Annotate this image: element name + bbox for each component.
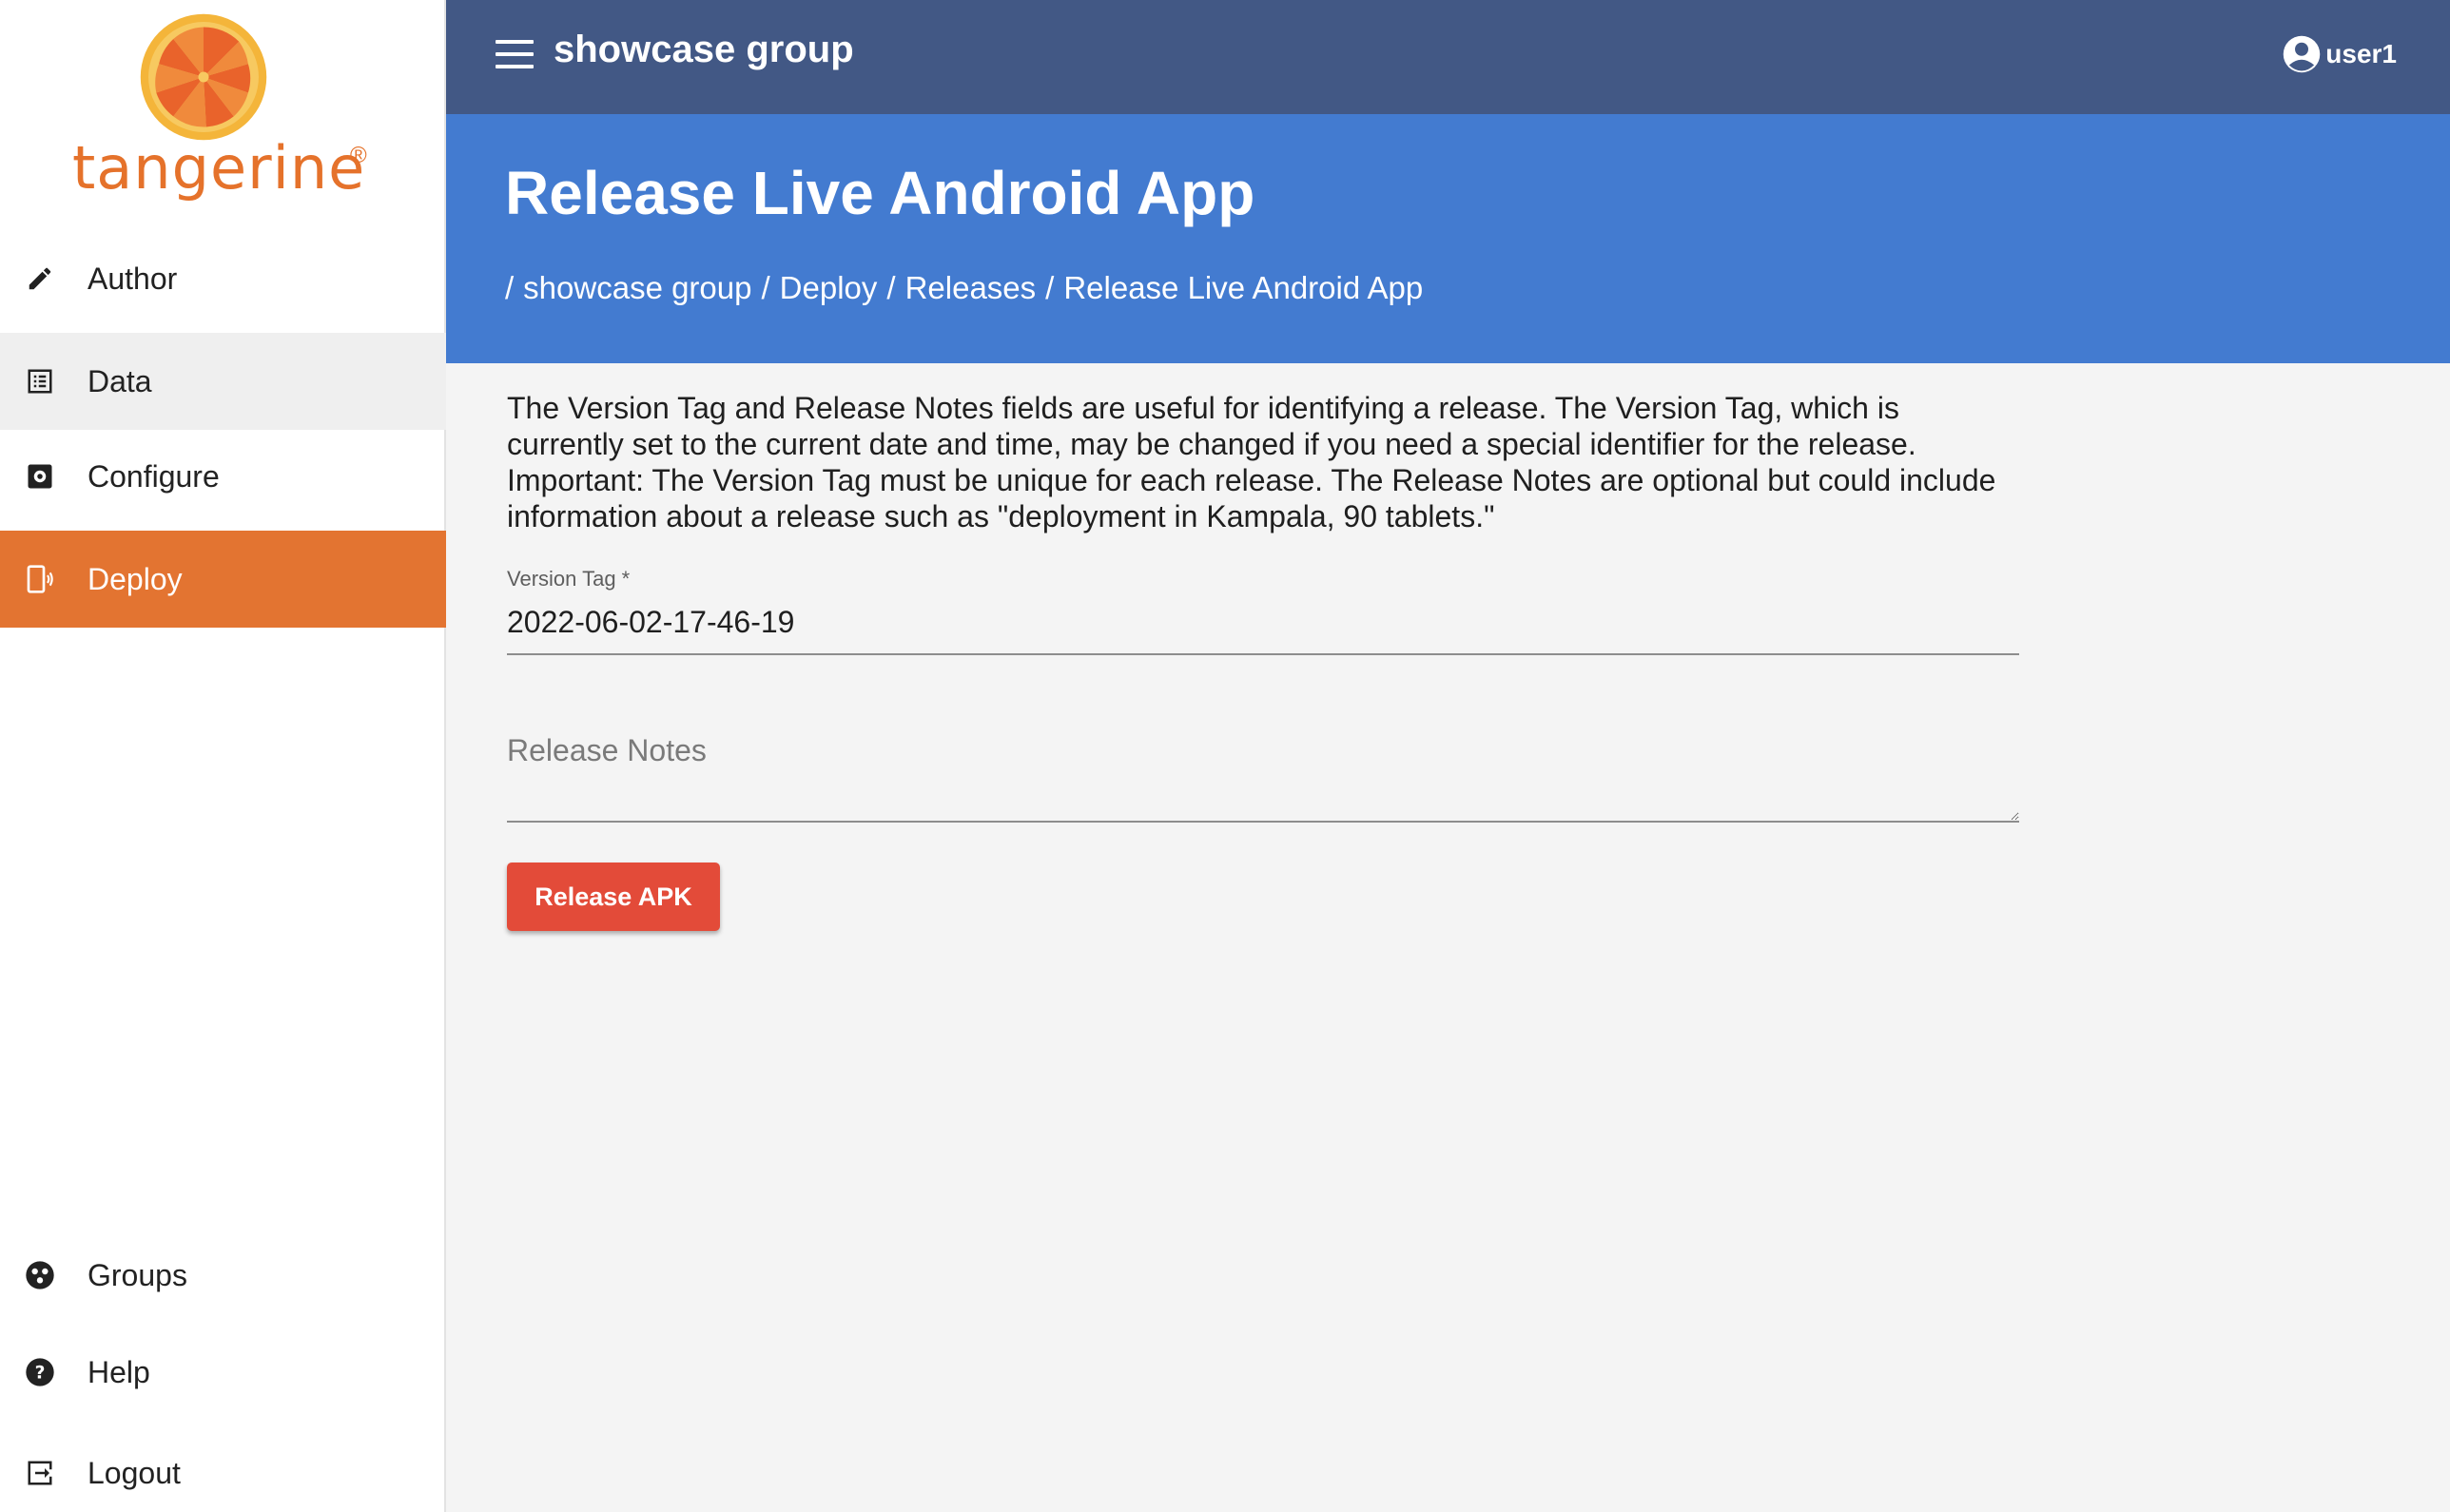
sidebar-item-deploy[interactable]: Deploy [0,531,446,628]
account-circle-icon [2284,35,2321,73]
phone-deploy-icon [25,564,55,594]
breadcrumb-current[interactable]: Release Live Android App [1063,270,1423,306]
sidebar-item-label: Configure [88,458,220,494]
sidebar-item-label: Logout [88,1455,181,1490]
hamburger-menu-icon[interactable] [496,40,534,68]
page-header: Release Live Android App / showcase grou… [446,114,2450,363]
page-title: Release Live Android App [505,159,1255,227]
sidebar-item-label: Help [88,1354,150,1389]
breadcrumb: / showcase group / Deploy / Releases / R… [505,270,1432,306]
version-tag-label: Version Tag * [507,567,631,591]
sidebar-item-author[interactable]: Author [0,230,446,327]
sidebar-item-logout[interactable]: Logout [0,1425,446,1512]
breadcrumb-link-deploy[interactable]: Deploy [780,270,878,306]
pencil-icon [25,263,55,294]
breadcrumb-separator: / [505,270,515,305]
sidebar-item-configure[interactable]: Configure [0,428,446,525]
groups-icon [25,1260,55,1290]
breadcrumb-link-group[interactable]: showcase group [523,270,751,306]
help-icon: ? [25,1357,55,1387]
logout-icon [25,1458,55,1488]
sidebar-item-data[interactable]: Data [0,333,446,430]
sidebar-item-label: Groups [88,1257,187,1292]
sidebar-item-label: Author [88,261,178,296]
breadcrumb-separator: / [1045,270,1055,305]
group-title: showcase group [554,29,854,70]
tangerine-logo[interactable]: tangerine ® [0,0,446,209]
sidebar-item-help[interactable]: ? Help [0,1324,446,1421]
user-menu[interactable]: user1 [2282,34,2397,74]
version-tag-field: Version Tag * [507,567,2019,655]
svg-text:?: ? [35,1364,46,1384]
sidebar-item-label: Data [88,363,152,398]
brand-wordmark: tangerine [72,133,366,203]
top-app-bar: showcase group user1 [446,0,2450,114]
breadcrumb-separator: / [761,270,770,305]
app-root: tangerine ® Author Data Configure Deploy… [0,0,2450,1512]
tangerine-fruit-icon [140,13,267,141]
release-notes-input[interactable] [507,720,2019,823]
release-apk-button[interactable]: Release APK [507,863,720,931]
registered-mark: ® [350,143,367,168]
breadcrumb-link-releases[interactable]: Releases [905,270,1037,306]
username: user1 [2325,39,2397,68]
intro-text: The Version Tag and Release Notes fields… [507,391,1996,533]
sidebar-item-label: Deploy [88,561,183,596]
sidebar-item-groups[interactable]: Groups [0,1227,446,1324]
sidebar: tangerine ® Author Data Configure Deploy… [0,0,446,1512]
version-tag-input[interactable] [507,591,2019,655]
release-form: The Version Tag and Release Notes fields… [507,390,2019,931]
settings-icon [25,461,55,492]
breadcrumb-separator: / [886,270,896,305]
list-icon [25,366,55,397]
